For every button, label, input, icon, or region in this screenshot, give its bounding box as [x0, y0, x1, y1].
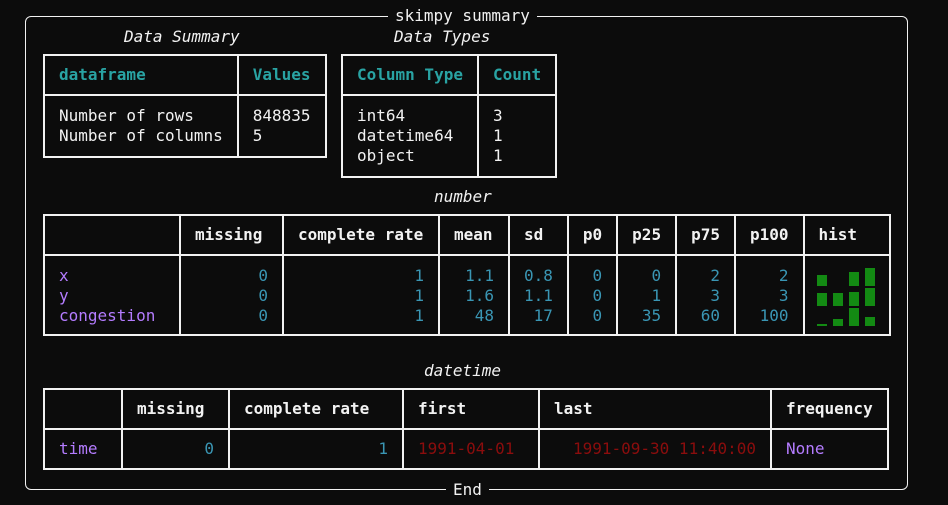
table-row: int64 3: [341, 95, 558, 126]
header-p25: p25: [616, 215, 678, 256]
header-blank: [43, 389, 123, 430]
header-values: Values: [236, 55, 327, 96]
p25-value: 0: [616, 255, 678, 286]
header-sd: sd: [508, 215, 569, 256]
first-value: 1991-04-01: [402, 429, 540, 469]
p0-value: 0: [566, 286, 619, 306]
row-label: Number of columns: [43, 126, 239, 157]
missing-value: 0: [179, 286, 284, 306]
number-table: missing complete rate mean sd p0 p25 p75…: [43, 214, 891, 336]
data-summary-table: dataframe Values Number of rows 848835 N…: [43, 54, 327, 158]
header-complete-rate: complete rate: [228, 389, 404, 430]
last-value: 1991-09-30 11:40:00: [538, 429, 772, 469]
table-row: Number of columns 5: [43, 126, 327, 157]
table-row: object 1: [341, 146, 558, 177]
sd-value: 1.1: [508, 286, 569, 306]
p75-value: 2: [675, 255, 736, 286]
hist-bar: [832, 293, 843, 306]
header-column-type: Column Type: [341, 55, 479, 96]
histogram: [802, 286, 891, 306]
complete-rate-value: 1: [282, 286, 440, 306]
header-frequency: frequency: [770, 389, 889, 430]
row-label: Number of rows: [43, 95, 239, 126]
p100-value: 2: [733, 255, 805, 286]
p0-value: 0: [566, 255, 619, 286]
hist-bar: [848, 272, 859, 286]
hist-bar: [864, 288, 875, 306]
table-row: y 0 1 1.6 1.1 0 1 3 3: [43, 286, 891, 306]
header-dataframe: dataframe: [43, 55, 239, 96]
header-count: Count: [476, 55, 558, 96]
number-caption: number: [434, 187, 492, 206]
complete-rate-value: 1: [282, 306, 440, 335]
header-mean: mean: [438, 215, 510, 256]
data-summary-caption: Data Summary: [124, 27, 240, 46]
hist-bar: [864, 268, 875, 286]
hist-bar: [864, 317, 875, 326]
frame-title: skimpy summary: [388, 6, 537, 26]
p25-value: 1: [616, 286, 678, 306]
hist-bar: [848, 308, 859, 326]
sd-value: 0.8: [508, 255, 569, 286]
mean-value: 1.1: [438, 255, 510, 286]
hist-bar: [848, 292, 859, 306]
header-hist: hist: [802, 215, 891, 256]
missing-value: 0: [179, 255, 284, 286]
datetime-table: missing complete rate first last frequen…: [43, 388, 889, 470]
type-count: 1: [476, 126, 558, 146]
type-name: int64: [341, 95, 479, 126]
complete-rate-value: 1: [282, 255, 440, 286]
type-name: datetime64: [341, 126, 479, 146]
header-p0: p0: [566, 215, 619, 256]
row-value: 5: [236, 126, 327, 157]
table-row: x 0 1 1.1 0.8 0 0 2 2: [43, 255, 891, 286]
p100-value: 100: [733, 306, 805, 335]
histogram: [802, 255, 891, 286]
mean-value: 1.6: [438, 286, 510, 306]
table-row: congestion 0 1 48 17 0 35 60 100: [43, 306, 891, 335]
type-count: 3: [476, 95, 558, 126]
header-missing: missing: [121, 389, 230, 430]
frequency-value: None: [770, 429, 889, 469]
missing-value: 0: [179, 306, 284, 335]
header-p100: p100: [733, 215, 805, 256]
header-blank: [43, 215, 181, 256]
p75-value: 3: [675, 286, 736, 306]
header-missing: missing: [179, 215, 284, 256]
p25-value: 35: [616, 306, 678, 335]
datetime-caption: datetime: [424, 361, 502, 380]
column-name: x: [43, 255, 181, 286]
type-name: object: [341, 146, 479, 177]
data-types-caption: Data Types: [394, 27, 491, 46]
header-last: last: [538, 389, 772, 430]
column-name: time: [43, 429, 123, 469]
header-complete-rate: complete rate: [282, 215, 440, 256]
histogram: [802, 306, 891, 335]
p0-value: 0: [566, 306, 619, 335]
p75-value: 60: [675, 306, 736, 335]
hist-bar: [816, 324, 827, 326]
hist-bar: [816, 293, 827, 306]
table-row: time 0 1 1991-04-01 1991-09-30 11:40:00 …: [43, 429, 889, 469]
row-value: 848835: [236, 95, 327, 126]
mean-value: 48: [438, 306, 510, 335]
table-row: datetime64 1: [341, 126, 558, 146]
header-p75: p75: [675, 215, 736, 256]
hist-bar: [832, 319, 843, 326]
hist-bar: [816, 275, 827, 286]
sd-value: 17: [508, 306, 569, 335]
p100-value: 3: [733, 286, 805, 306]
frame-footer: End: [446, 480, 489, 500]
complete-rate-value: 1: [228, 429, 404, 469]
header-first: first: [402, 389, 540, 430]
type-count: 1: [476, 146, 558, 177]
missing-value: 0: [121, 429, 230, 469]
column-name: congestion: [43, 306, 181, 335]
hist-bar: [833, 285, 843, 286]
column-name: y: [43, 286, 181, 306]
data-types-table: Column Type Count int64 3 datetime64 1 o…: [341, 54, 558, 178]
table-row: Number of rows 848835: [43, 95, 327, 126]
